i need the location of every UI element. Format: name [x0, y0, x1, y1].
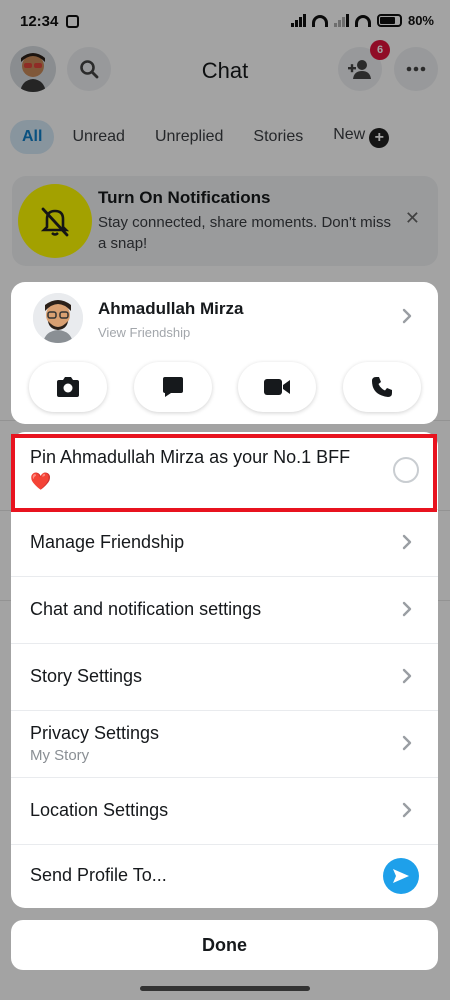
chevron-right-icon [402, 802, 412, 823]
done-label: Done [202, 934, 247, 955]
send-button[interactable] [383, 858, 419, 894]
voice-call-button[interactable] [342, 362, 421, 412]
pin-radio-button[interactable] [393, 457, 419, 483]
chat-button[interactable] [133, 362, 212, 412]
send-profile-label: Send Profile To... [30, 865, 167, 885]
chevron-right-icon [402, 534, 412, 555]
story-settings-item[interactable]: Story Settings [11, 644, 438, 711]
camera-button[interactable] [29, 362, 107, 412]
chevron-right-icon [402, 668, 412, 689]
chat-notification-settings-label: Chat and notification settings [30, 599, 262, 619]
chevron-right-icon [402, 735, 412, 756]
camera-icon [57, 377, 79, 397]
privacy-settings-sub: My Story [30, 747, 90, 764]
send-profile-item[interactable]: Send Profile To... [11, 845, 438, 908]
done-button[interactable]: Done [11, 920, 438, 970]
heart-emoji: ❤️ [30, 472, 52, 491]
pin-bff-item[interactable]: Pin Ahmadullah Mirza as your No.1 BFF ❤️ [11, 432, 438, 510]
manage-friendship-item[interactable]: Manage Friendship [11, 510, 438, 577]
privacy-settings-label: Privacy Settings [30, 723, 160, 743]
quick-actions [29, 362, 421, 412]
home-indicator[interactable] [140, 986, 310, 991]
video-call-icon [264, 379, 291, 395]
view-friendship-link[interactable]: View Friendship [98, 325, 190, 340]
friend-settings-list: Pin Ahmadullah Mirza as your No.1 BFF ❤️… [11, 432, 438, 908]
chevron-right-icon[interactable] [402, 308, 412, 329]
privacy-settings-item[interactable]: Privacy Settings My Story [11, 711, 438, 778]
chevron-right-icon [402, 601, 412, 622]
send-arrow-icon [393, 869, 409, 883]
phone-icon [371, 377, 392, 397]
manage-friendship-label: Manage Friendship [30, 532, 185, 552]
friend-name[interactable]: Ahmadullah Mirza [98, 299, 243, 319]
location-settings-label: Location Settings [30, 800, 169, 820]
chat-icon [162, 377, 183, 397]
friend-bitmoji-avatar [33, 293, 83, 343]
story-settings-label: Story Settings [30, 666, 143, 686]
location-settings-item[interactable]: Location Settings [11, 778, 438, 845]
video-call-button[interactable] [238, 362, 317, 412]
friend-profile-card: Ahmadullah Mirza View Friendship [11, 282, 438, 424]
chat-notification-settings-item[interactable]: Chat and notification settings [11, 577, 438, 644]
pin-bff-label: Pin Ahmadullah Mirza as your No.1 BFF [30, 447, 351, 467]
